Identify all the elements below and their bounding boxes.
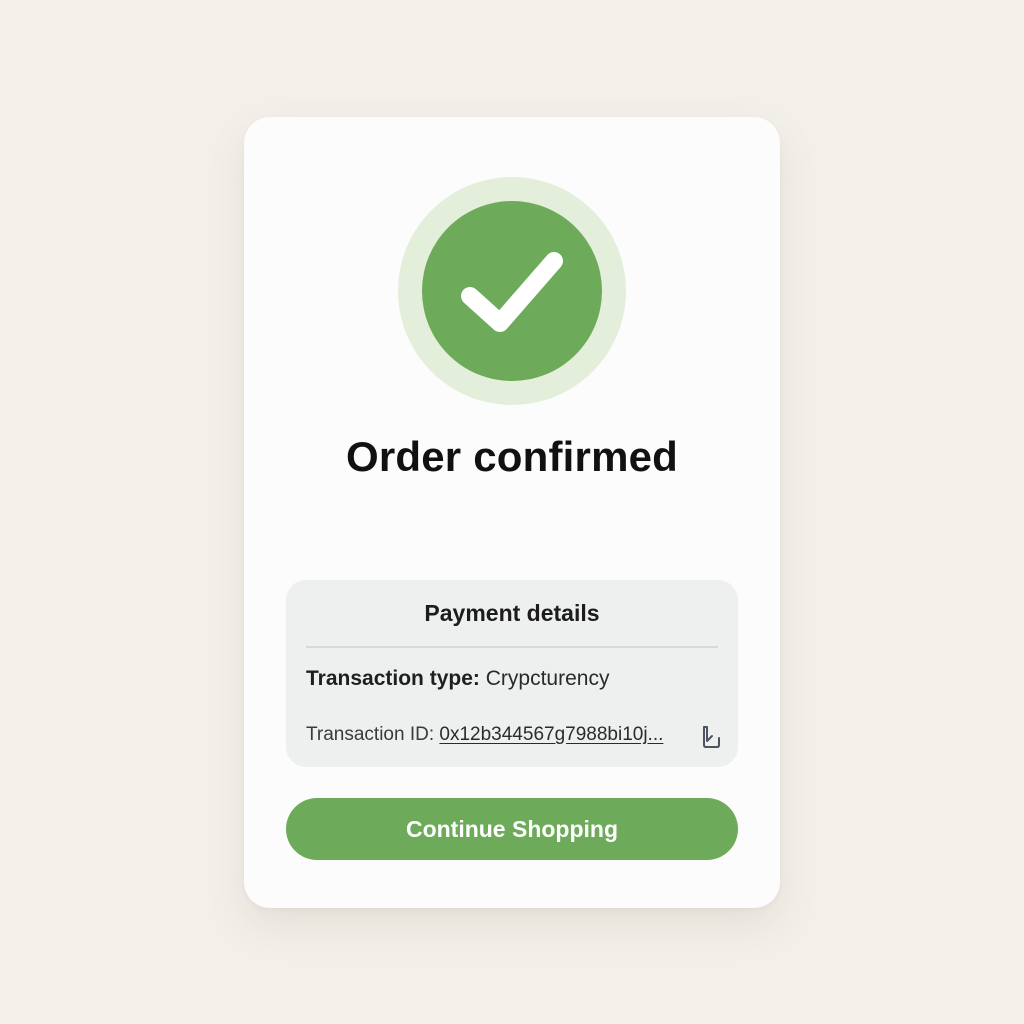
checkmark-icon — [461, 252, 563, 332]
payment-details-panel: Payment details Transaction type: Crypct… — [286, 580, 738, 767]
transaction-id-label: Transaction ID: — [306, 724, 435, 745]
order-confirmation-card: Order confirmed Payment details Transact… — [244, 117, 780, 908]
transaction-type-row: Transaction type: Crypcturency — [306, 664, 609, 694]
transaction-id-link[interactable]: 0x12b344567g7988bi10j... — [439, 724, 663, 745]
copy-icon[interactable] — [698, 724, 722, 750]
page-title: Order confirmed — [345, 433, 679, 480]
transaction-id-row: Transaction ID: 0x12b344567g7988bi10j... — [306, 721, 663, 749]
continue-shopping-button[interactable]: Continue Shopping — [286, 798, 738, 860]
transaction-type-value: Crypcturency — [485, 667, 610, 690]
success-badge — [422, 201, 602, 381]
transaction-type-label: Transaction type: — [306, 667, 480, 690]
payment-details-heading: Payment details — [424, 600, 600, 626]
success-halo — [398, 177, 626, 405]
divider — [306, 646, 718, 648]
